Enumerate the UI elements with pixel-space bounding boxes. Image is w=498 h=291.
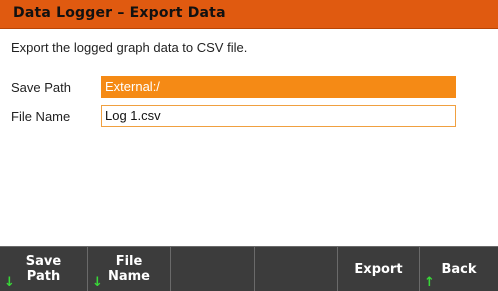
file-name-field[interactable]: Log 1.csv xyxy=(101,105,456,127)
softkey-label-line2: Name xyxy=(107,269,150,284)
up-arrow-icon: ↑ xyxy=(424,275,435,290)
softkey-label-line1: Export xyxy=(354,261,403,277)
save-path-label: Save Path xyxy=(11,80,71,95)
softkey-label-line2: Path xyxy=(26,269,61,284)
title-bar: Data Logger – Export Data xyxy=(0,0,498,29)
empty-softkey-4[interactable] xyxy=(255,246,338,291)
export-softkey[interactable]: Export xyxy=(338,246,420,291)
description-text: Export the logged graph data to CSV file… xyxy=(11,40,248,55)
save-path-field[interactable]: External:/ xyxy=(101,76,456,98)
save-path-softkey[interactable]: Save Path ↓ xyxy=(0,246,88,291)
down-arrow-icon: ↓ xyxy=(92,275,103,290)
softkey-bar: Save Path ↓ File Name ↓ Export Back ↑ xyxy=(0,246,498,291)
softkey-label-line1: Back xyxy=(441,261,477,277)
softkey-label-line1: File xyxy=(115,254,143,269)
file-name-softkey[interactable]: File Name ↓ xyxy=(88,246,171,291)
down-arrow-icon: ↓ xyxy=(4,275,15,290)
softkey-label-line1: Save xyxy=(25,254,62,269)
page-title: Data Logger – Export Data xyxy=(13,5,226,21)
back-softkey[interactable]: Back ↑ xyxy=(420,246,498,291)
file-name-label: File Name xyxy=(11,109,71,124)
empty-softkey-3[interactable] xyxy=(171,246,255,291)
